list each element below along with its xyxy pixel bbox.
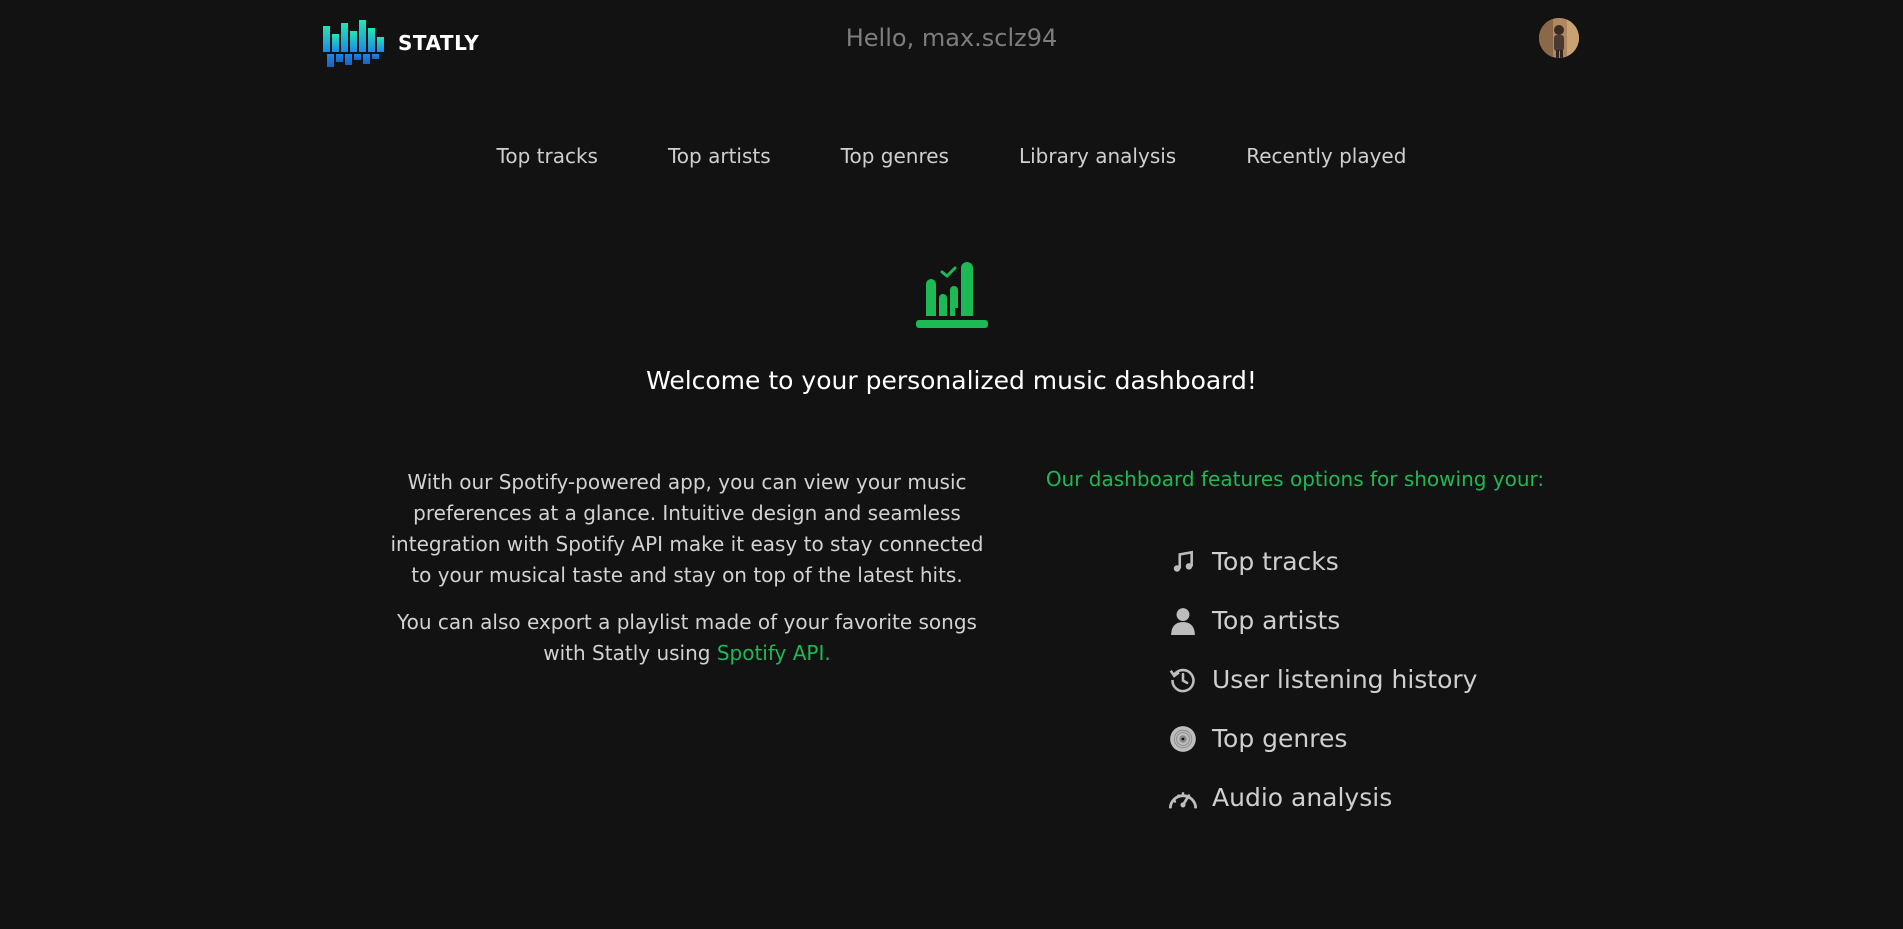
- feature-item-top-tracks: Top tracks: [1168, 532, 1477, 591]
- welcome-heading: Welcome to your personalized music dashb…: [646, 366, 1257, 395]
- feature-item-audio-analysis: Audio analysis: [1168, 768, 1477, 827]
- feature-item-top-artists: Top artists: [1168, 591, 1477, 650]
- vinyl-icon: [1168, 724, 1198, 754]
- user-avatar[interactable]: [1539, 18, 1579, 58]
- dashboard-hero: [914, 258, 990, 336]
- music-note-icon: [1168, 547, 1198, 577]
- speedometer-icon: [1168, 783, 1198, 813]
- page: STATLY Hello, max.sclz94 Top tracks Top …: [0, 0, 1903, 929]
- nav-top-tracks[interactable]: Top tracks: [497, 144, 598, 168]
- feature-label: Top genres: [1212, 724, 1348, 753]
- nav-library-analysis[interactable]: Library analysis: [1019, 144, 1176, 168]
- feature-label: Top tracks: [1212, 547, 1339, 576]
- main-nav: Top tracks Top artists Top genres Librar…: [0, 144, 1903, 168]
- nav-top-genres[interactable]: Top genres: [841, 144, 949, 168]
- intro-text: With our Spotify-powered app, you can vi…: [387, 467, 987, 685]
- avatar-image-icon: [1539, 18, 1579, 58]
- features-list: Top tracks Top artists User listening hi…: [1168, 532, 1477, 827]
- feature-item-top-genres: Top genres: [1168, 709, 1477, 768]
- nav-recently-played[interactable]: Recently played: [1246, 144, 1406, 168]
- spotify-api-link[interactable]: Spotify API.: [717, 641, 831, 665]
- history-icon: [1168, 665, 1198, 695]
- features-intro: Our dashboard features options for showi…: [1045, 467, 1545, 491]
- nav-top-artists[interactable]: Top artists: [668, 144, 771, 168]
- person-icon: [1168, 606, 1198, 636]
- intro-paragraph: With our Spotify-powered app, you can vi…: [390, 470, 984, 587]
- feature-label: Audio analysis: [1212, 783, 1393, 812]
- export-paragraph: You can also export a playlist made of y…: [387, 607, 987, 669]
- feature-label: Top artists: [1212, 606, 1341, 635]
- dashboard-chart-icon: [916, 262, 988, 328]
- feature-label: User listening history: [1212, 665, 1478, 694]
- export-text: You can also export a playlist made of y…: [397, 610, 977, 665]
- user-greeting: Hello, max.sclz94: [845, 24, 1058, 52]
- feature-item-listening-history: User listening history: [1168, 650, 1477, 709]
